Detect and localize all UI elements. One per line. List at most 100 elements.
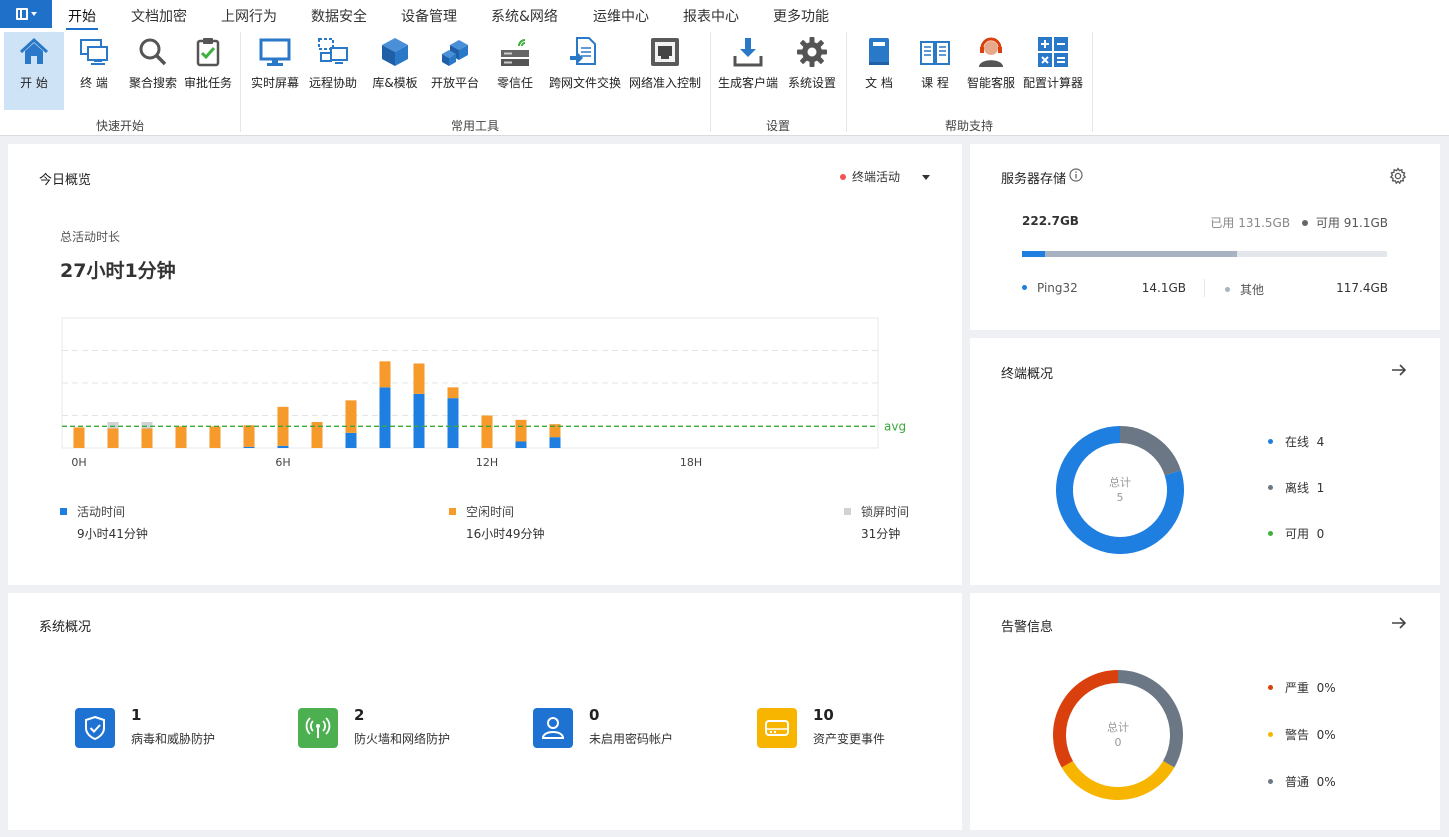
separator-dot xyxy=(1301,219,1308,226)
storage-legend-other: 其他 117.4GB xyxy=(1225,281,1388,298)
app-menu-button[interactable] xyxy=(0,0,52,28)
donut-center-value: 5 xyxy=(1116,491,1124,504)
ribbon-course-button[interactable]: 课 程 xyxy=(908,32,962,110)
app-menu-icon xyxy=(16,8,28,20)
x-tick-label: 0H xyxy=(71,456,86,469)
alert-donut-chart xyxy=(1053,670,1183,800)
book-icon xyxy=(869,38,889,65)
bar-segment xyxy=(481,415,493,448)
menu-tab-system-network[interactable]: 系统&网络 xyxy=(491,6,558,26)
menu-tab-data-security[interactable]: 数据安全 xyxy=(311,6,367,26)
total-activity-value: 27小时1分钟 xyxy=(60,260,176,282)
bar-segment xyxy=(209,426,221,448)
total-activity-label: 总活动时长 xyxy=(60,230,121,244)
download-icon xyxy=(733,38,763,67)
bar-segment xyxy=(413,363,425,394)
bar-segment xyxy=(447,387,459,399)
legend-divider xyxy=(1204,279,1205,297)
bar-segment xyxy=(515,419,527,442)
menu-bar: 开始 文档加密 上网行为 数据安全 设备管理 系统&网络 运维中心 报表中心 更… xyxy=(0,0,1449,30)
server-storage-card: 服务器存储 222.7GB 已用 131.5GB 可用 91.1GB Ping3… xyxy=(970,144,1440,330)
ribbon-config-calculator-button[interactable]: 配置计算器 xyxy=(1020,32,1086,110)
hard-drive-icon xyxy=(757,708,797,748)
terminal-donut-chart xyxy=(1056,426,1184,554)
storage-usage-bar xyxy=(1022,251,1387,257)
storage-total: 222.7GB xyxy=(1022,214,1079,228)
x-tick-label: 18H xyxy=(680,456,702,469)
alert-legend-normal: 普通 0% xyxy=(1268,773,1336,790)
legend-active-value: 9小时41分钟 xyxy=(77,527,148,541)
ribbon-start-button[interactable]: 开 始 xyxy=(4,32,64,110)
donut-center-label: 总计 xyxy=(1109,476,1131,489)
card-title: 今日概览 xyxy=(39,173,92,188)
ribbon-network-access-button[interactable]: 网络准入控制 xyxy=(626,32,704,110)
bar-segment xyxy=(141,422,153,429)
ribbon-remote-assist-button[interactable]: 远程协助 xyxy=(304,32,362,110)
bar-segment xyxy=(447,398,459,448)
platform-cubes-icon xyxy=(442,40,468,66)
ribbon-terminal-button[interactable]: 终 端 xyxy=(64,32,124,110)
bar-segment xyxy=(345,400,357,433)
bar-segment xyxy=(175,426,187,448)
storage-usage-summary: 已用 131.5GB 可用 91.1GB xyxy=(1210,216,1388,230)
clipboard-check-icon xyxy=(196,38,220,67)
caret-down-icon xyxy=(31,12,37,16)
legend-dot xyxy=(1268,685,1273,690)
legend-dot xyxy=(1268,732,1273,737)
menu-tab-doc-encryption[interactable]: 文档加密 xyxy=(131,6,187,26)
ribbon-cross-network-transfer-button[interactable]: 跨网文件交换 xyxy=(546,32,624,110)
ribbon-customer-service-button[interactable]: 智能客服 xyxy=(964,32,1018,110)
card-title: 系统概况 xyxy=(39,620,92,635)
terminal-legend-available: 可用 0 xyxy=(1268,525,1324,542)
ribbon-live-screen-button[interactable]: 实时屏幕 xyxy=(246,32,304,110)
ribbon-approval-button[interactable]: 审批任务 xyxy=(182,32,234,110)
menu-tab-device-management[interactable]: 设备管理 xyxy=(401,6,457,26)
ribbon-system-settings-button[interactable]: 系统设置 xyxy=(784,32,840,110)
caret-down-icon xyxy=(921,175,930,180)
legend-dot xyxy=(1268,485,1273,490)
bar-segment xyxy=(243,425,255,447)
settings-gear-icon[interactable] xyxy=(1389,167,1407,185)
info-icon[interactable] xyxy=(1069,168,1083,182)
ribbon-group-common-tools: 常用工具 xyxy=(450,119,499,133)
menu-tab-ops-center[interactable]: 运维中心 xyxy=(593,6,649,26)
bar-segment xyxy=(515,441,527,448)
donut-center-value: 0 xyxy=(1114,736,1122,749)
bar-segment xyxy=(379,361,391,388)
activity-bar-chart: avg 0H 6H 12H 18H xyxy=(61,317,906,469)
menu-tab-start[interactable]: 开始 xyxy=(66,6,98,30)
legend-active: 活动时间 xyxy=(60,503,125,520)
menu-tab-report-center[interactable]: 报表中心 xyxy=(683,6,739,26)
donut-center-label: 总计 xyxy=(1107,721,1129,734)
system-overview-card: 系统概况 1 病毒和威胁防护 2 防火墙和网络防护 0 未启用密码帐户 10 资… xyxy=(8,593,962,830)
arrow-right-icon[interactable] xyxy=(1390,614,1408,632)
ribbon-document-button[interactable]: 文 档 xyxy=(852,32,906,110)
ribbon-open-platform-button[interactable]: 开放平台 xyxy=(426,32,484,110)
ribbon-generate-client-button[interactable]: 生成客户端 xyxy=(716,32,780,110)
ribbon-search-button[interactable]: 聚合搜索 xyxy=(124,32,182,110)
arrow-right-icon[interactable] xyxy=(1390,361,1408,379)
menu-tab-web-behavior[interactable]: 上网行为 xyxy=(221,6,277,26)
ribbon-group-quick-start: 快速开始 xyxy=(95,119,144,133)
search-icon xyxy=(139,38,167,66)
calculator-icon xyxy=(1038,37,1068,67)
terminal-overview-card: 终端概况 总计 5 在线 4 离线 1 可用 0 xyxy=(970,338,1440,585)
card-title: 服务器存储 xyxy=(1001,172,1067,187)
bar-segment xyxy=(243,446,255,448)
alert-info-card: 告警信息 总计 0 严重 0% 警告 0% 普通 0% xyxy=(970,593,1440,830)
activity-filter-dropdown[interactable]: 终端活动 xyxy=(840,168,930,185)
card-title: 终端概况 xyxy=(1001,367,1054,382)
legend-dot xyxy=(1268,531,1273,536)
network-port-icon xyxy=(651,38,679,66)
storage-bar-other-segment xyxy=(1044,251,1238,257)
ribbon-zero-trust-button[interactable]: 零信任 xyxy=(486,32,544,110)
shield-check-icon xyxy=(75,708,115,748)
legend-dot xyxy=(1268,439,1273,444)
user-icon xyxy=(533,708,573,748)
open-book-icon xyxy=(920,41,950,65)
legend-locked: 锁屏时间 xyxy=(844,503,909,520)
legend-dot xyxy=(1225,287,1230,292)
file-transfer-icon xyxy=(570,37,596,65)
menu-tab-more[interactable]: 更多功能 xyxy=(773,6,829,26)
ribbon-library-template-button[interactable]: 库&模板 xyxy=(366,32,424,110)
